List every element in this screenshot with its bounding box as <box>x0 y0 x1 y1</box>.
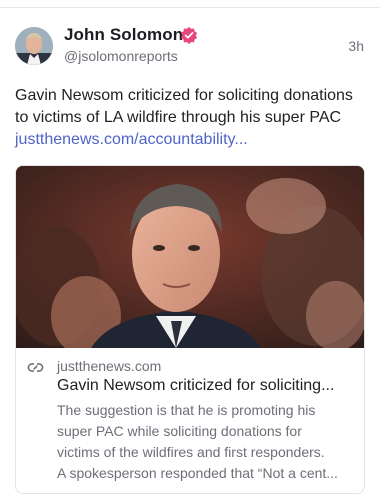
verified-badge-icon <box>180 26 198 44</box>
card-description-line: A spokesperson responded that “Not a cen… <box>57 465 338 481</box>
card-domain: justthenews.com <box>57 358 162 374</box>
feed-post[interactable]: John Solomon @jsolomonreports 3h Gavin N… <box>0 8 380 500</box>
card-description: The suggestion is that he is promoting h… <box>57 400 357 484</box>
post-body: Gavin Newsom criticized for soliciting d… <box>15 85 367 151</box>
link-preview-card[interactable]: justthenews.com Gavin Newsom criticized … <box>15 165 365 494</box>
card-description-line: super PAC while soliciting donations for <box>57 423 302 439</box>
link-icon <box>27 363 44 372</box>
author-name[interactable]: John Solomon <box>64 25 183 45</box>
card-description-line: victims of the wildfires and first respo… <box>57 444 325 460</box>
post-timestamp[interactable]: 3h <box>348 38 364 54</box>
card-description-line: The suggestion is that he is promoting h… <box>57 402 316 418</box>
post-text: Gavin Newsom criticized for soliciting d… <box>15 87 353 126</box>
author-handle[interactable]: @jsolomonreports <box>64 48 178 64</box>
author-avatar[interactable] <box>15 27 53 65</box>
card-image[interactable] <box>16 166 364 348</box>
post-link[interactable]: justthenews.com/accountability... <box>15 131 248 148</box>
card-title[interactable]: Gavin Newsom criticized for soliciting..… <box>57 377 357 395</box>
